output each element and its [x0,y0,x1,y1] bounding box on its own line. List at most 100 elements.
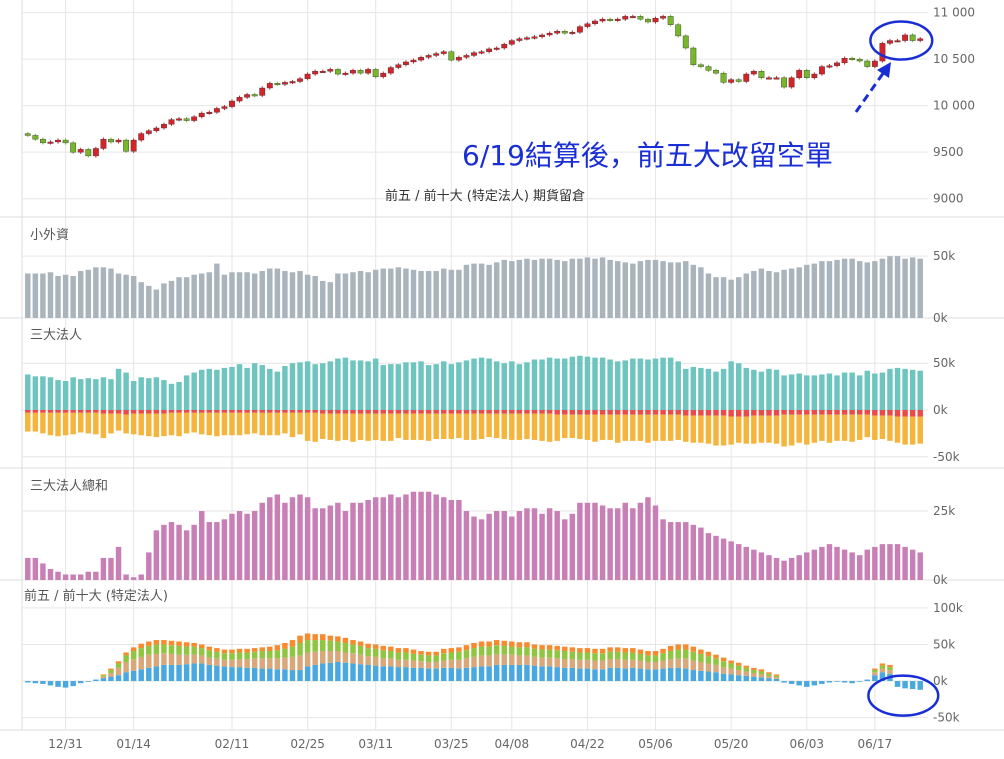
bar-segment [622,648,628,653]
bar-segment [683,368,689,410]
bar-segment [887,368,893,410]
bar-segment [78,271,84,318]
bar-segment [282,669,288,682]
bar-segment [630,263,636,318]
bar-segment [342,642,349,653]
bar-segment [773,557,780,580]
bar-segment [562,358,568,410]
candle-body [47,141,54,144]
bar-segment [297,635,303,643]
bar-segment [917,410,923,417]
annotation-arrow-head [877,62,891,78]
bar-segment [501,259,507,318]
bar-segment [683,658,689,669]
bar-segment [403,362,409,410]
bar-segment [879,415,886,439]
candle-body [334,69,341,75]
bar-segment [539,410,545,414]
x-tick-label: 02/25 [290,737,325,751]
bar-segment [667,414,674,441]
bar-segment [25,410,31,413]
bar-segment [645,359,651,410]
bar-segment [214,522,220,580]
bar-segment [751,549,757,580]
bar-segment [168,412,175,436]
candle-body [176,118,182,121]
bar-segment [251,658,258,668]
bar-segment [168,640,175,646]
bar-segment [342,273,349,318]
candle-body [720,72,727,83]
bar-segment [584,502,591,580]
bar-segment [713,415,719,446]
bar-segment [743,667,749,672]
bar-segment [584,257,591,318]
bar-segment [123,372,129,410]
bar-segment [584,659,591,669]
bar-segment [425,651,432,656]
bar-segment [675,414,681,440]
candle-body [463,55,470,58]
bar-segment [55,410,61,413]
candle-body [251,94,258,97]
bar-segment [758,677,765,682]
bar-segment [735,363,742,410]
bar-segment [630,410,636,415]
bar-segment [720,661,727,668]
bar-segment [887,670,893,674]
bar-segment [584,668,591,682]
bar-segment [834,546,840,580]
bar-segment [758,671,765,675]
bar-segment [599,410,606,415]
bar-segment [826,410,833,415]
bar-segment [493,413,500,439]
bar-segment [206,646,213,651]
bar-segment [524,410,530,414]
bar-segment [62,381,69,410]
bar-segment [425,365,432,410]
bar-segment [32,410,39,413]
x-tick-label: 04/22 [570,737,605,751]
bar-segment [592,357,598,410]
bar-segment [864,414,870,438]
bar-segment [206,412,213,436]
bar-segment [199,663,205,682]
bar-segment [55,412,61,437]
bar-segment [267,410,273,413]
bar-segment [259,668,265,682]
bar-segment [592,414,598,442]
bar-segment [297,410,303,413]
bar-segment [342,413,349,440]
bar-segment [244,659,250,668]
bar-segment [735,675,742,682]
bar-segment [698,662,704,671]
bar-segment [206,368,213,410]
panel-title-institutions-total: 三大法人總和 [30,478,108,494]
candle-body [599,18,606,22]
bar-segment [433,410,439,414]
bar-segment [592,410,598,415]
bar-segment [834,414,840,441]
bar-segment [214,410,220,413]
bar-segment [342,662,349,682]
bar-segment [146,552,152,580]
bar-segment [713,371,719,410]
bar-segment [531,413,538,440]
bar-segment [577,355,583,410]
bar-segment [199,511,205,580]
bar-segment [244,648,250,653]
bar-segment [395,648,402,653]
bar-segment [599,648,606,654]
x-tick-label: 12/31 [48,737,83,751]
bar-segment [78,412,84,433]
bar-segment [214,658,220,666]
bar-segment [395,659,402,668]
bar-segment [350,272,356,318]
bar-segment [388,364,394,410]
candle-body [191,116,198,121]
bar-segment [327,640,334,652]
candle-body [32,135,39,140]
bar-segment [690,410,697,416]
bar-segment [501,654,507,665]
bar-segment [304,412,311,441]
